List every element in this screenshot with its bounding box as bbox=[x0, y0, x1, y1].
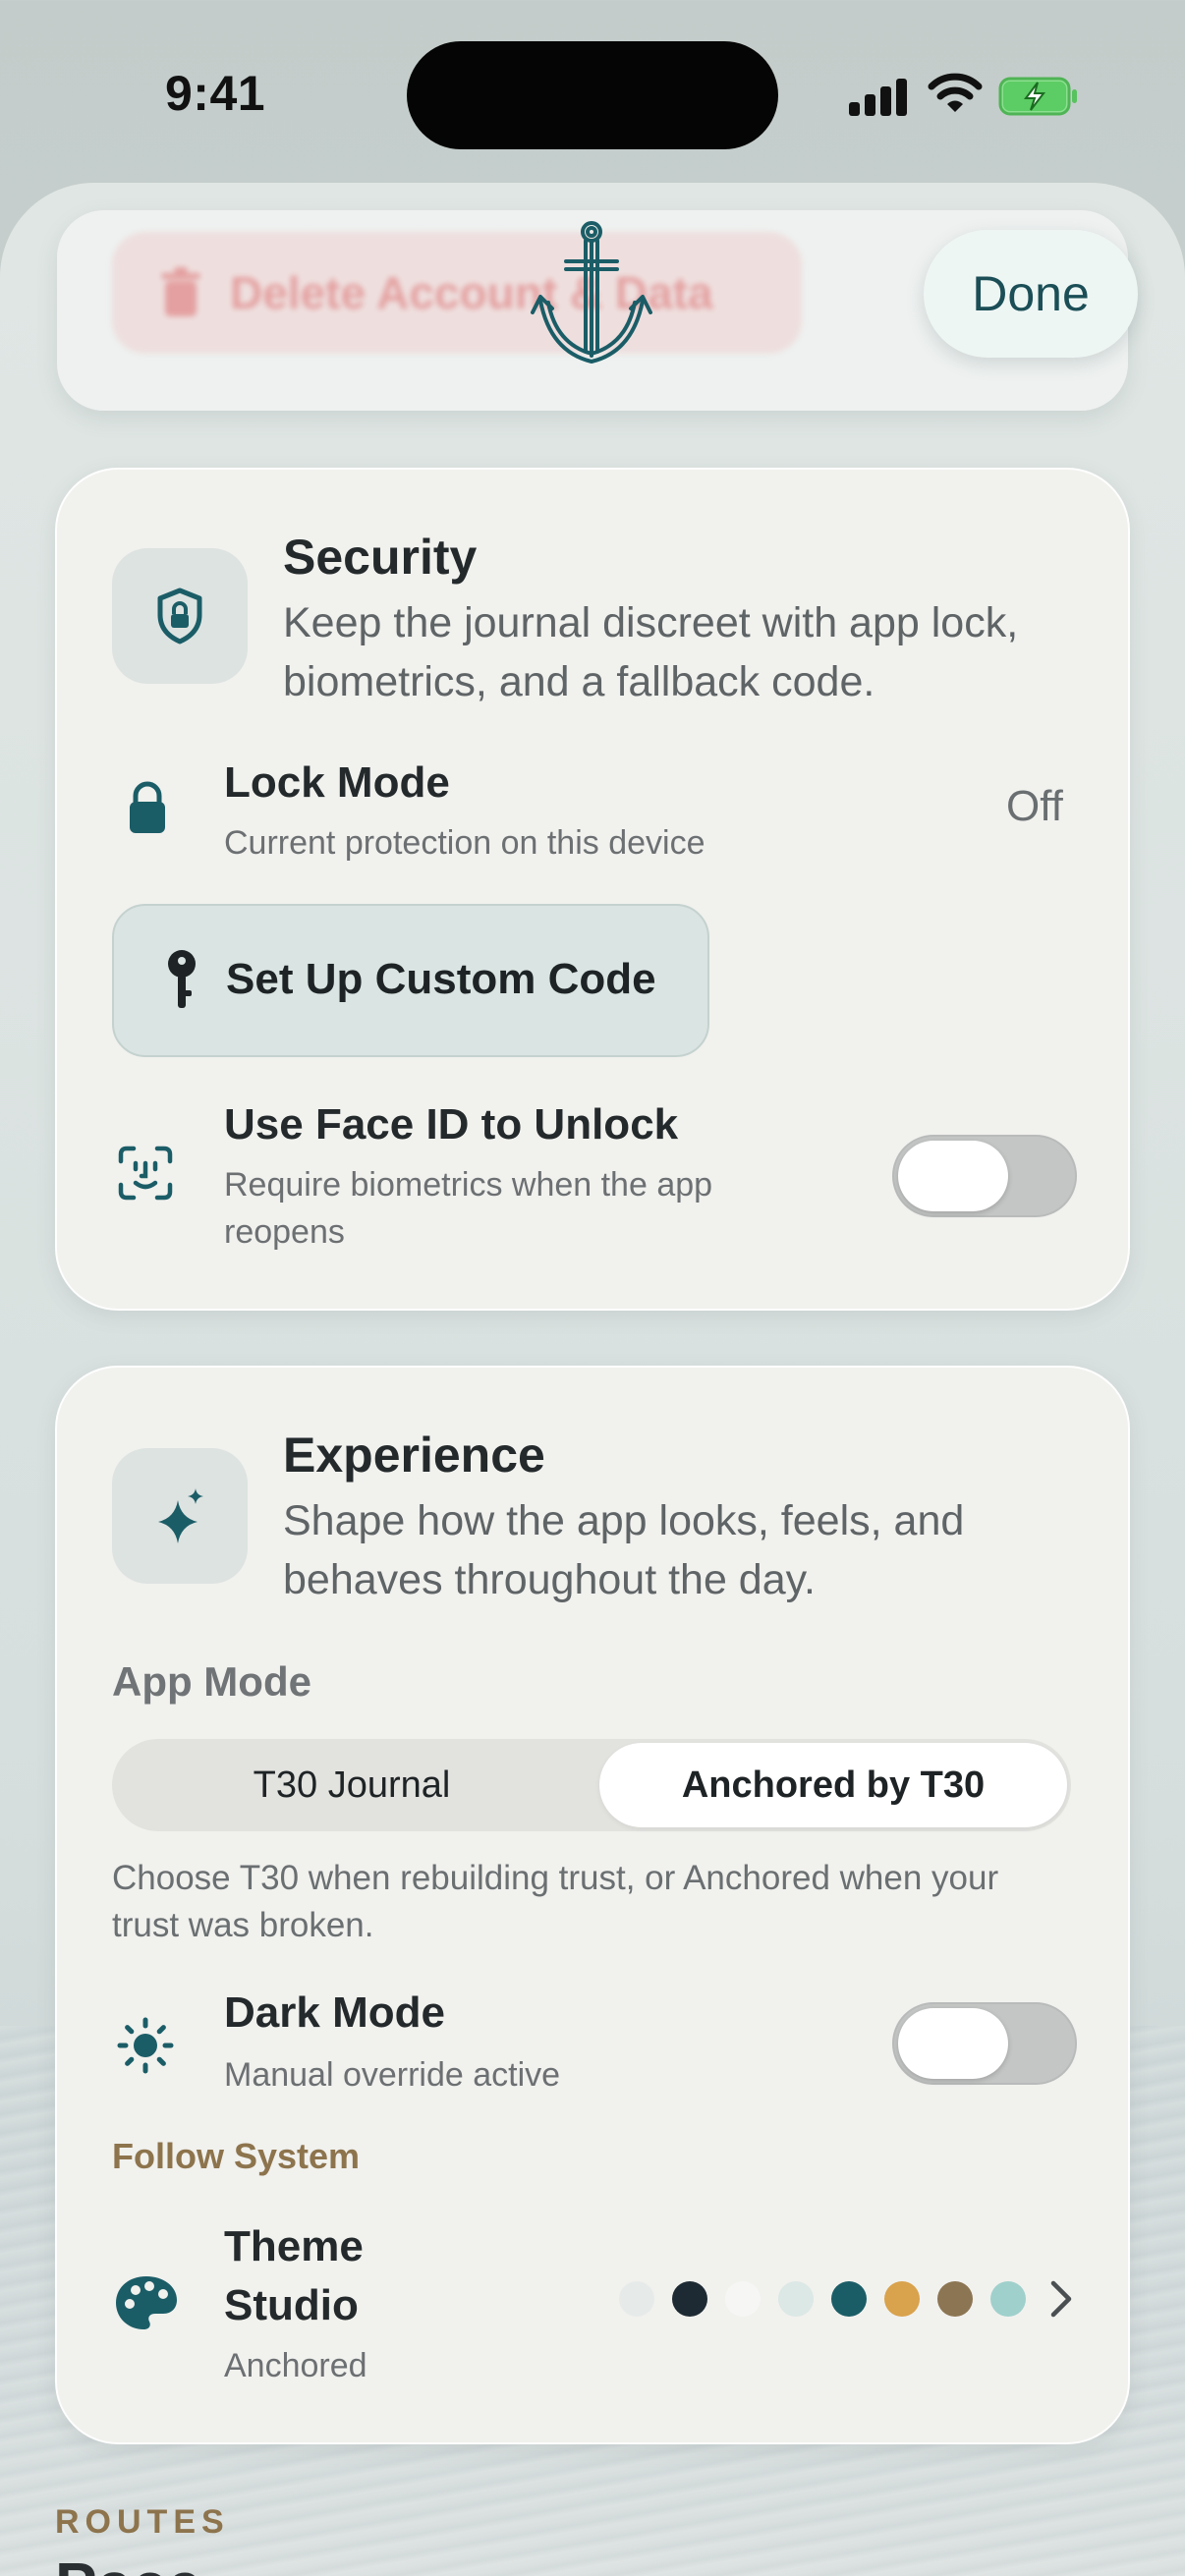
anchor-logo-icon bbox=[531, 221, 652, 364]
lock-mode-title: Lock Mode bbox=[224, 758, 450, 807]
theme-swatch-6 bbox=[937, 2281, 973, 2317]
theme-studio-title-line1: Theme bbox=[224, 2222, 364, 2270]
lock-icon bbox=[118, 778, 177, 837]
security-title: Security bbox=[283, 530, 478, 585]
theme-swatch-0 bbox=[619, 2281, 654, 2317]
face-id-subtitle: Require biometrics when the app reopens bbox=[224, 1166, 713, 1251]
lock-mode-value[interactable]: Off bbox=[1006, 782, 1063, 831]
theme-swatch-5 bbox=[884, 2281, 920, 2317]
experience-title: Experience bbox=[283, 1428, 545, 1483]
pace-settings-peek: Pace Settings bbox=[55, 2552, 428, 2576]
follow-system-button[interactable]: Follow System bbox=[112, 2136, 360, 2177]
experience-icon-tile bbox=[112, 1448, 248, 1584]
routes-section-label: ROUTES bbox=[55, 2503, 230, 2541]
key-icon bbox=[168, 950, 196, 1008]
done-button[interactable]: Done bbox=[924, 230, 1138, 358]
experience-description: Shape how the app looks, feels, and beha… bbox=[283, 1497, 965, 1603]
dynamic-island bbox=[407, 41, 778, 149]
sun-icon bbox=[116, 2016, 175, 2075]
security-description: Keep the journal discreet with app lock,… bbox=[283, 599, 1019, 705]
cellular-signal-icon bbox=[849, 77, 908, 116]
set-up-custom-code-button[interactable]: Set Up Custom Code bbox=[112, 904, 709, 1057]
battery-charging-icon bbox=[998, 77, 1077, 116]
app-mode-option-t30-journal[interactable]: T30 Journal bbox=[112, 1739, 592, 1831]
theme-swatch-2 bbox=[725, 2281, 761, 2317]
app-mode-label: App Mode bbox=[112, 1658, 311, 1705]
theme-swatch-4 bbox=[831, 2281, 867, 2317]
delete-account-button: Delete Account & Data bbox=[112, 232, 802, 354]
shield-lock-icon bbox=[157, 588, 202, 644]
custom-code-label: Set Up Custom Code bbox=[226, 955, 656, 1003]
face-id-title: Use Face ID to Unlock bbox=[224, 1100, 679, 1148]
wifi-icon bbox=[928, 73, 983, 112]
security-icon-tile bbox=[112, 548, 248, 684]
theme-studio-subtitle: Anchored bbox=[224, 2347, 367, 2384]
app-mode-option-anchored[interactable]: Anchored by T30 bbox=[599, 1743, 1067, 1827]
toggle-knob bbox=[898, 2008, 1008, 2079]
theme-swatches[interactable] bbox=[619, 2269, 1026, 2328]
lock-mode-subtitle: Current protection on this device bbox=[224, 824, 705, 862]
toggle-knob bbox=[898, 1141, 1008, 1211]
dark-mode-toggle[interactable] bbox=[892, 2002, 1077, 2085]
trash-icon bbox=[161, 267, 200, 316]
status-time: 9:41 bbox=[165, 66, 266, 121]
dark-mode-subtitle: Manual override active bbox=[224, 2056, 561, 2094]
chevron-right-icon[interactable] bbox=[1045, 2277, 1077, 2321]
dark-mode-title: Dark Mode bbox=[224, 1988, 445, 2037]
app-mode-segmented-control: T30 Journal Anchored by T30 bbox=[112, 1739, 1071, 1831]
theme-swatch-1 bbox=[672, 2281, 707, 2317]
theme-swatch-7 bbox=[990, 2281, 1026, 2317]
pace-settings-title: Pace Settings bbox=[55, 2552, 428, 2576]
sparkles-icon bbox=[158, 1488, 203, 1543]
palette-icon bbox=[114, 2273, 179, 2332]
theme-swatch-3 bbox=[778, 2281, 814, 2317]
theme-studio-title-line2: Studio bbox=[224, 2281, 359, 2329]
face-id-icon bbox=[116, 1144, 175, 1203]
app-mode-help-text: Choose T30 when rebuilding trust, or Anc… bbox=[112, 1859, 999, 1944]
face-id-toggle[interactable] bbox=[892, 1135, 1077, 1217]
